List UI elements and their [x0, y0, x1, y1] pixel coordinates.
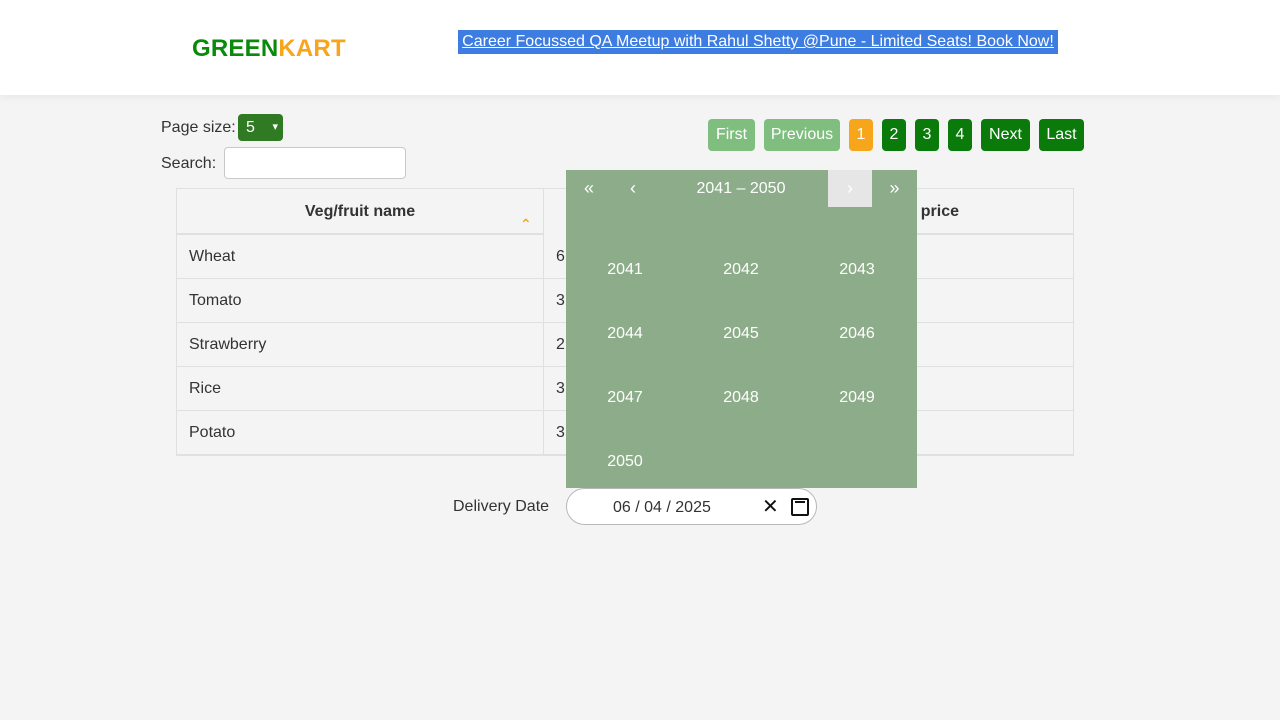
last-page-button[interactable]: Last — [1039, 119, 1084, 151]
search-input[interactable] — [224, 147, 406, 179]
chevron-down-icon: ▾ — [272, 121, 278, 133]
cell-name: Tomato — [177, 279, 544, 323]
year-2046[interactable]: 2046 — [799, 302, 915, 366]
year-2042[interactable]: 2042 — [683, 238, 799, 302]
column-header-name[interactable]: Veg/fruit name ⌃ — [177, 189, 544, 235]
page-size-label: Page size: — [161, 119, 236, 136]
calendar-icon[interactable] — [791, 498, 809, 516]
previous-page-button[interactable]: Previous — [764, 119, 840, 151]
decade-picker: « ‹ 2041 – 2050 › » 2041 2042 2043 2044 … — [566, 170, 917, 488]
year-2047[interactable]: 2047 — [567, 366, 683, 430]
page-size-select[interactable]: 5 ▾ — [238, 114, 283, 141]
decade-label[interactable]: 2041 – 2050 — [677, 170, 805, 207]
year-2041[interactable]: 2041 — [567, 238, 683, 302]
delivery-date-label: Delivery Date — [453, 498, 550, 515]
delivery-date-value[interactable]: 06 / 04 / 2025 — [613, 489, 711, 526]
cell-name: Rice — [177, 367, 544, 411]
brand-green-text: GREEN — [192, 35, 279, 62]
year-2044[interactable]: 2044 — [567, 302, 683, 366]
page-4-button[interactable]: 4 — [948, 119, 972, 151]
year-2043[interactable]: 2043 — [799, 238, 915, 302]
brand-kart-text: KART — [278, 35, 346, 62]
cell-name: Strawberry — [177, 323, 544, 367]
search-label: Search: — [161, 155, 217, 172]
page-1-button[interactable]: 1 — [849, 119, 873, 151]
prev-century-button[interactable]: « — [566, 170, 612, 207]
year-2045[interactable]: 2045 — [683, 302, 799, 366]
next-century-button[interactable]: » — [872, 170, 917, 207]
prev-decade-button[interactable]: ‹ — [612, 170, 654, 207]
cell-name: Potato — [177, 411, 544, 455]
page-size-value: 5 — [246, 119, 255, 136]
year-2049[interactable]: 2049 — [799, 366, 915, 430]
brand-logo[interactable]: GREENKART — [192, 35, 346, 63]
page-3-button[interactable]: 3 — [915, 119, 939, 151]
year-2048[interactable]: 2048 — [683, 366, 799, 430]
next-decade-button[interactable]: › — [828, 170, 872, 207]
cell-name: Wheat — [177, 235, 544, 279]
next-page-button[interactable]: Next — [981, 119, 1030, 151]
header: GREENKART Career Focussed QA Meetup with… — [0, 0, 1280, 95]
promo-link[interactable]: Career Focussed QA Meetup with Rahul She… — [458, 30, 1058, 54]
page-2-button[interactable]: 2 — [882, 119, 906, 151]
year-2050[interactable]: 2050 — [567, 430, 683, 494]
column-header-price[interactable]: t price — [911, 189, 1074, 235]
close-icon[interactable]: ✕ — [762, 497, 779, 517]
column-header-name-label: Veg/fruit name — [304, 203, 416, 220]
first-page-button[interactable]: First — [708, 119, 755, 151]
